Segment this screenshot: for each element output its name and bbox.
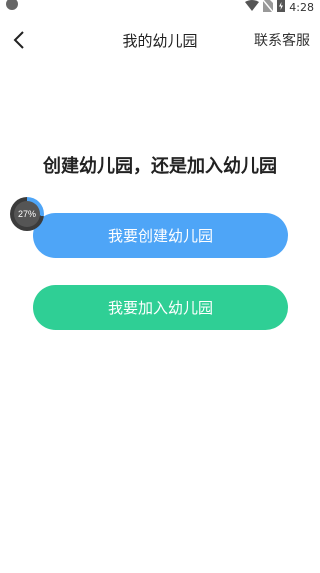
battery-charging-icon: [277, 0, 286, 15]
no-sim-icon: [262, 0, 274, 15]
wifi-icon: [245, 0, 260, 14]
nav-bar: 我的幼儿园 联系客服: [0, 22, 320, 58]
status-bar: 4:28: [0, 0, 320, 14]
progress-label: 27%: [14, 201, 40, 227]
camera-dot: [6, 0, 18, 10]
create-kindergarten-button[interactable]: 我要创建幼儿园: [33, 213, 288, 258]
status-time: 4:28: [289, 0, 314, 14]
progress-badge[interactable]: 27%: [10, 197, 44, 231]
headline: 创建幼儿园，还是加入幼儿园: [43, 156, 277, 177]
join-kindergarten-button[interactable]: 我要加入幼儿园: [33, 285, 288, 330]
status-icons: 4:28: [245, 0, 314, 14]
contact-service-link[interactable]: 联系客服: [254, 30, 310, 50]
